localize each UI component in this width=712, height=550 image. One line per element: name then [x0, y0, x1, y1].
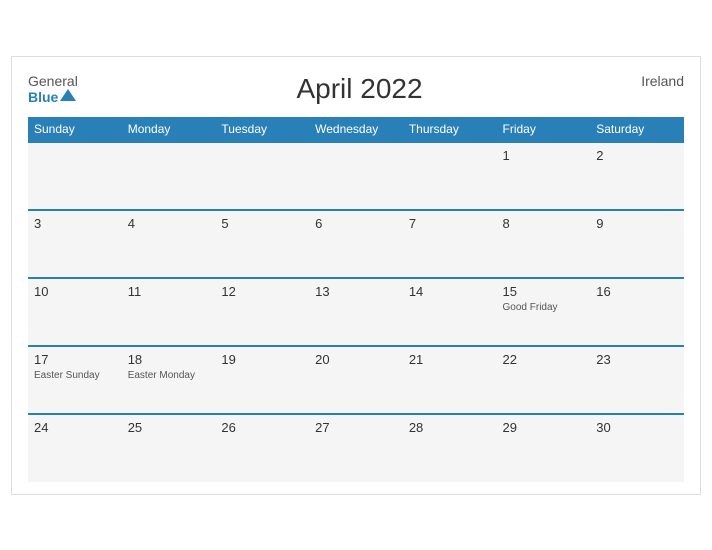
calendar-day-cell: 21 — [403, 346, 497, 414]
day-number: 16 — [596, 284, 678, 299]
month-title: April 2022 — [78, 73, 641, 105]
weekday-header: Friday — [497, 117, 591, 142]
calendar-day-cell: 28 — [403, 414, 497, 482]
calendar-day-cell: 14 — [403, 278, 497, 346]
day-number: 21 — [409, 352, 491, 367]
calendar-day-cell: 11 — [122, 278, 216, 346]
day-number: 25 — [128, 420, 210, 435]
day-number: 3 — [34, 216, 116, 231]
calendar-day-cell: 30 — [590, 414, 684, 482]
logo-triangle-icon — [60, 89, 76, 101]
calendar-table: SundayMondayTuesdayWednesdayThursdayFrid… — [28, 117, 684, 482]
logo-blue-text: Blue — [28, 89, 58, 105]
calendar-day-cell: 9 — [590, 210, 684, 278]
weekday-header: Thursday — [403, 117, 497, 142]
day-number: 28 — [409, 420, 491, 435]
calendar-day-cell: 10 — [28, 278, 122, 346]
calendar-day-cell — [309, 142, 403, 210]
day-number: 2 — [596, 148, 678, 163]
calendar-week-row: 10 11 12 13 14 15 Good Friday 16 — [28, 278, 684, 346]
calendar-day-cell: 7 — [403, 210, 497, 278]
calendar-week-row: 12 — [28, 142, 684, 210]
weekday-header: Sunday — [28, 117, 122, 142]
calendar-day-cell: 3 — [28, 210, 122, 278]
day-number: 22 — [503, 352, 585, 367]
calendar-day-cell: 26 — [215, 414, 309, 482]
calendar-day-cell: 1 — [497, 142, 591, 210]
day-number: 12 — [221, 284, 303, 299]
weekday-header: Saturday — [590, 117, 684, 142]
calendar-day-cell — [28, 142, 122, 210]
calendar-day-cell: 5 — [215, 210, 309, 278]
day-number: 14 — [409, 284, 491, 299]
day-number: 1 — [503, 148, 585, 163]
day-number: 18 — [128, 352, 210, 367]
weekday-header-row: SundayMondayTuesdayWednesdayThursdayFrid… — [28, 117, 684, 142]
calendar-day-cell: 20 — [309, 346, 403, 414]
calendar-day-cell: 29 — [497, 414, 591, 482]
day-number: 26 — [221, 420, 303, 435]
day-number: 17 — [34, 352, 116, 367]
day-number: 11 — [128, 284, 210, 299]
holiday-name: Easter Monday — [128, 370, 210, 381]
day-number: 8 — [503, 216, 585, 231]
weekday-header: Monday — [122, 117, 216, 142]
calendar-day-cell: 6 — [309, 210, 403, 278]
calendar-day-cell: 25 — [122, 414, 216, 482]
calendar-day-cell: 22 — [497, 346, 591, 414]
calendar-day-cell: 18 Easter Monday — [122, 346, 216, 414]
day-number: 9 — [596, 216, 678, 231]
calendar-header: General Blue April 2022 Ireland — [28, 73, 684, 105]
day-number: 10 — [34, 284, 116, 299]
logo: General Blue — [28, 73, 78, 105]
calendar-day-cell: 12 — [215, 278, 309, 346]
calendar-day-cell: 16 — [590, 278, 684, 346]
weekday-header: Wednesday — [309, 117, 403, 142]
calendar-day-cell — [122, 142, 216, 210]
day-number: 15 — [503, 284, 585, 299]
calendar-week-row: 17 Easter Sunday 18 Easter Monday 19 20 21 22 23 — [28, 346, 684, 414]
day-number: 27 — [315, 420, 397, 435]
day-number: 6 — [315, 216, 397, 231]
calendar-day-cell: 2 — [590, 142, 684, 210]
calendar-day-cell: 15 Good Friday — [497, 278, 591, 346]
holiday-name: Easter Sunday — [34, 370, 116, 381]
day-number: 30 — [596, 420, 678, 435]
calendar-week-row: 3456789 — [28, 210, 684, 278]
country-label: Ireland — [641, 73, 684, 89]
day-number: 20 — [315, 352, 397, 367]
calendar-day-cell: 23 — [590, 346, 684, 414]
calendar-day-cell: 24 — [28, 414, 122, 482]
calendar-day-cell — [403, 142, 497, 210]
day-number: 19 — [221, 352, 303, 367]
calendar-day-cell: 8 — [497, 210, 591, 278]
calendar-day-cell: 4 — [122, 210, 216, 278]
day-number: 7 — [409, 216, 491, 231]
calendar-day-cell: 17 Easter Sunday — [28, 346, 122, 414]
day-number: 13 — [315, 284, 397, 299]
calendar-week-row: 24 25 26 27 28 29 30 — [28, 414, 684, 482]
day-number: 24 — [34, 420, 116, 435]
calendar-day-cell: 19 — [215, 346, 309, 414]
calendar-day-cell: 27 — [309, 414, 403, 482]
calendar-container: General Blue April 2022 Ireland SundayMo… — [11, 56, 701, 495]
weekday-header: Tuesday — [215, 117, 309, 142]
logo-general-text: General — [28, 73, 78, 89]
day-number: 23 — [596, 352, 678, 367]
holiday-name: Good Friday — [503, 302, 585, 313]
day-number: 29 — [503, 420, 585, 435]
calendar-day-cell: 13 — [309, 278, 403, 346]
day-number: 4 — [128, 216, 210, 231]
day-number: 5 — [221, 216, 303, 231]
calendar-day-cell — [215, 142, 309, 210]
